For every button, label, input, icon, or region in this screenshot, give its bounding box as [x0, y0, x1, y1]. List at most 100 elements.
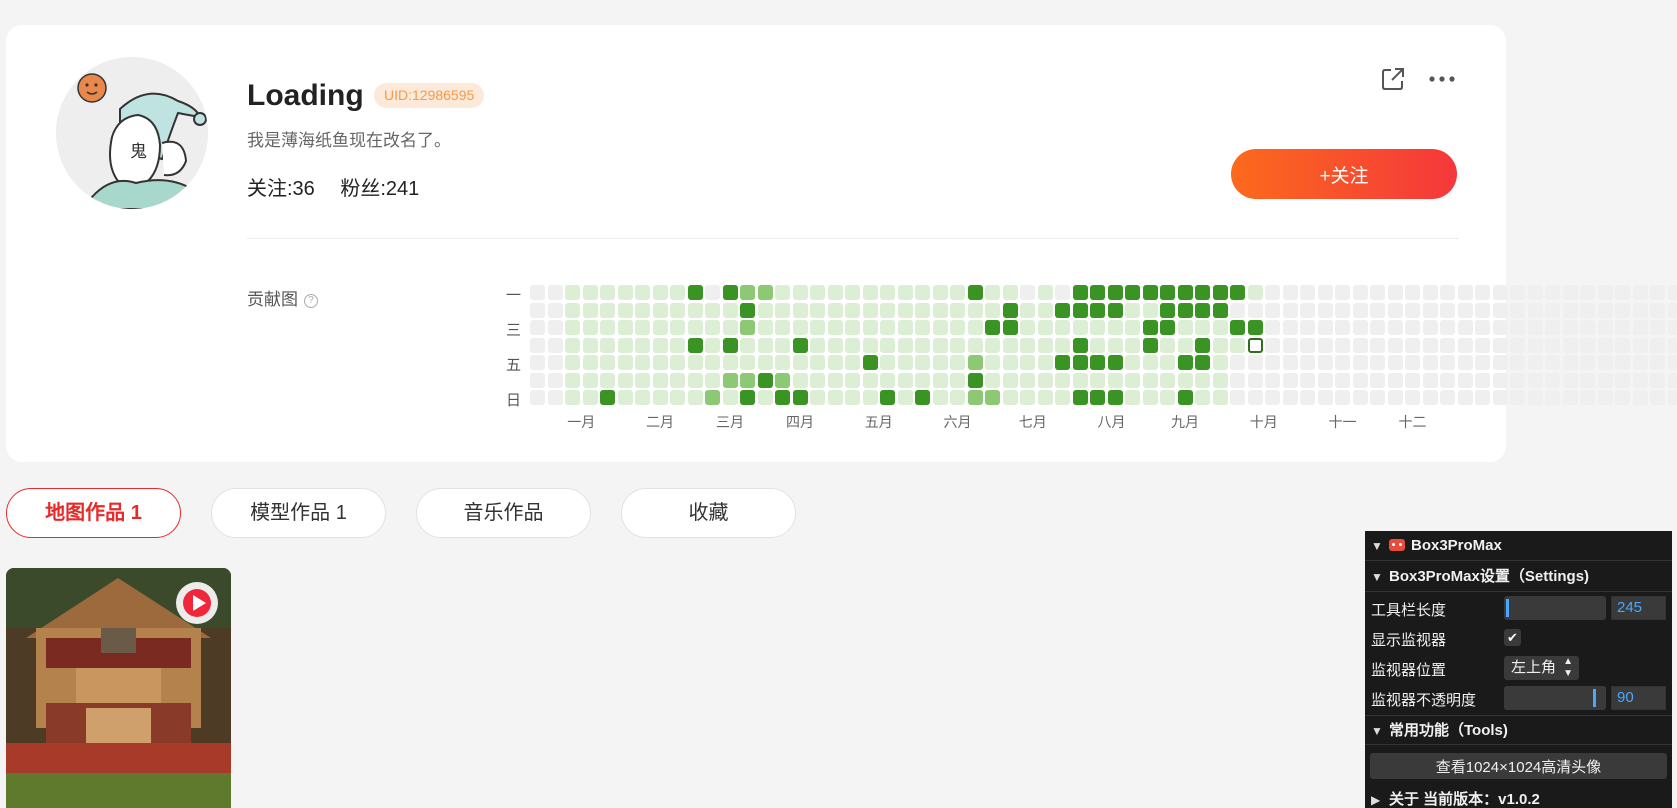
- contribution-cell[interactable]: [932, 355, 948, 370]
- contribution-cell[interactable]: [1405, 355, 1420, 370]
- contribution-cell[interactable]: [1055, 390, 1070, 405]
- contribution-cell[interactable]: [617, 320, 633, 335]
- contribution-cell[interactable]: [1562, 390, 1578, 405]
- contribution-cell[interactable]: [862, 372, 878, 388]
- contribution-cell[interactable]: [1265, 302, 1280, 318]
- contribution-cell[interactable]: [1160, 372, 1175, 388]
- contribution-cell[interactable]: [1650, 355, 1665, 370]
- contribution-cell[interactable]: [880, 302, 895, 318]
- contribution-cell[interactable]: [1667, 372, 1677, 388]
- contribution-cell[interactable]: [792, 320, 808, 335]
- share-icon[interactable]: [1379, 65, 1407, 93]
- contribution-cell[interactable]: [897, 302, 913, 318]
- contribution-cell[interactable]: [705, 302, 720, 318]
- contribution-cell[interactable]: [1002, 285, 1018, 300]
- contribution-cell[interactable]: [1650, 372, 1665, 388]
- contribution-cell[interactable]: [1317, 302, 1333, 318]
- contribution-cell[interactable]: [1667, 337, 1677, 353]
- contribution-cell[interactable]: [1282, 302, 1298, 318]
- contribution-cell[interactable]: [1247, 390, 1263, 405]
- contribution-cell[interactable]: [1265, 337, 1280, 353]
- contribution-cell[interactable]: [1405, 372, 1420, 388]
- contribution-cell[interactable]: [950, 355, 965, 370]
- contribution-cell[interactable]: [1212, 320, 1228, 335]
- contribution-cell[interactable]: [1667, 355, 1677, 370]
- contribution-cell[interactable]: [617, 337, 633, 353]
- contribution-cell[interactable]: [827, 390, 843, 405]
- contribution-cell[interactable]: [1510, 320, 1525, 335]
- contribution-cell[interactable]: [1597, 372, 1613, 388]
- contribution-cell[interactable]: [1142, 337, 1158, 353]
- contribution-cell[interactable]: [705, 390, 720, 405]
- contribution-cell[interactable]: [915, 337, 930, 353]
- contribution-cell[interactable]: [1352, 372, 1368, 388]
- contribution-cell[interactable]: [897, 390, 913, 405]
- contribution-cell[interactable]: [1142, 302, 1158, 318]
- contribution-cell[interactable]: [932, 337, 948, 353]
- slider-thumb[interactable]: [1506, 599, 1509, 617]
- contribution-cell[interactable]: [1632, 302, 1648, 318]
- contribution-cell[interactable]: [1055, 372, 1070, 388]
- contribution-cell[interactable]: [1177, 372, 1193, 388]
- contribution-cell[interactable]: [600, 337, 615, 353]
- contribution-cell[interactable]: [1160, 390, 1175, 405]
- contribution-cell[interactable]: [1212, 302, 1228, 318]
- contribution-cell[interactable]: [1615, 285, 1630, 300]
- contribution-cell[interactable]: [1457, 285, 1473, 300]
- contribution-cell[interactable]: [652, 285, 668, 300]
- contribution-cell[interactable]: [757, 285, 773, 300]
- contribution-cell[interactable]: [635, 302, 650, 318]
- contribution-cell[interactable]: [1265, 285, 1280, 300]
- toolbar-length-slider[interactable]: [1504, 596, 1606, 620]
- contribution-cell[interactable]: [705, 285, 720, 300]
- contribution-cell[interactable]: [1650, 320, 1665, 335]
- contribution-cell[interactable]: [1562, 337, 1578, 353]
- contribution-cell[interactable]: [1527, 320, 1543, 335]
- contribution-cell[interactable]: [1650, 390, 1665, 405]
- contribution-cell[interactable]: [1265, 320, 1280, 335]
- contribution-cell[interactable]: [950, 337, 965, 353]
- contribution-cell[interactable]: [547, 372, 563, 388]
- contribution-cell[interactable]: [1457, 302, 1473, 318]
- contribution-cell[interactable]: [600, 320, 615, 335]
- contribution-cell[interactable]: [792, 355, 808, 370]
- contribution-cell[interactable]: [897, 320, 913, 335]
- contribution-cell[interactable]: [862, 390, 878, 405]
- contribution-cell[interactable]: [1457, 390, 1473, 405]
- contribution-cell[interactable]: [1230, 320, 1245, 335]
- contribution-cell[interactable]: [1177, 320, 1193, 335]
- contribution-cell[interactable]: [1020, 372, 1035, 388]
- contribution-cell[interactable]: [1125, 355, 1140, 370]
- contribution-cell[interactable]: [932, 302, 948, 318]
- contribution-cell[interactable]: [775, 302, 790, 318]
- contribution-cell[interactable]: [1020, 337, 1035, 353]
- contribution-cell[interactable]: [722, 302, 738, 318]
- contribution-cell[interactable]: [1422, 390, 1438, 405]
- contribution-cell[interactable]: [1300, 320, 1315, 335]
- contribution-cell[interactable]: [1440, 390, 1455, 405]
- contribution-cell[interactable]: [967, 372, 983, 388]
- contribution-cell[interactable]: [1475, 337, 1490, 353]
- contribution-cell[interactable]: [1317, 285, 1333, 300]
- contribution-cell[interactable]: [565, 285, 580, 300]
- contribution-cell[interactable]: [1405, 285, 1420, 300]
- contribution-cell[interactable]: [775, 355, 790, 370]
- contribution-cell[interactable]: [1037, 372, 1053, 388]
- contribution-cell[interactable]: [1632, 355, 1648, 370]
- contribution-cell[interactable]: [1282, 285, 1298, 300]
- contribution-cell[interactable]: [1090, 372, 1105, 388]
- contribution-cell[interactable]: [827, 285, 843, 300]
- contribution-cell[interactable]: [1352, 337, 1368, 353]
- contribution-cell[interactable]: [1580, 285, 1595, 300]
- contribution-cell[interactable]: [687, 337, 703, 353]
- contribution-cell[interactable]: [1177, 390, 1193, 405]
- contribution-cell[interactable]: [1072, 355, 1088, 370]
- contribution-cell[interactable]: [1195, 337, 1210, 353]
- contribution-cell[interactable]: [1230, 337, 1245, 353]
- contribution-cell[interactable]: [967, 390, 983, 405]
- contribution-cell[interactable]: [792, 372, 808, 388]
- contribution-cell[interactable]: [705, 337, 720, 353]
- contribution-cell[interactable]: [1055, 320, 1070, 335]
- contribution-cell[interactable]: [757, 320, 773, 335]
- contribution-cell[interactable]: [757, 337, 773, 353]
